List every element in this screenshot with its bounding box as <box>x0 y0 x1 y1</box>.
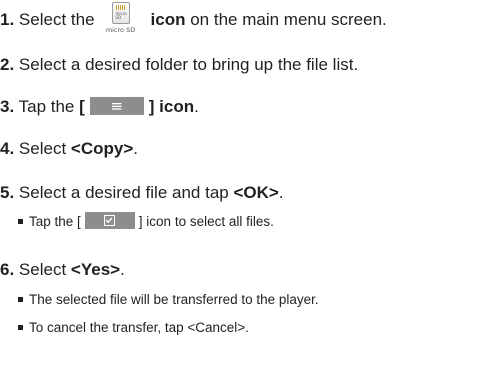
step-end: . <box>194 97 199 116</box>
step-number: 2. <box>0 55 15 74</box>
step-end: . <box>278 183 284 202</box>
bullet-icon <box>18 219 23 224</box>
note-text: The selected file will be transferred to… <box>29 292 319 307</box>
step-end: . <box>120 260 125 279</box>
note-text: Tap the [ <box>29 214 81 230</box>
step-bold-text: icon <box>150 10 186 29</box>
step-number: 5. <box>0 183 15 202</box>
micro-sd-card-icon: micro SD micro SD <box>101 2 141 36</box>
bracket-close: ] icon <box>148 97 195 116</box>
step-text: on the main menu screen. <box>190 10 387 29</box>
step-end: . <box>133 139 138 158</box>
step-number: 4. <box>0 139 15 158</box>
icon-caption: micro SD <box>105 26 136 34</box>
step-text: Tap the <box>18 97 75 116</box>
step-number: 3. <box>0 97 15 116</box>
step-5-note: Tap the [ ] icon to select all files. <box>18 212 274 231</box>
bullet-icon <box>18 296 23 302</box>
step-text: Select <box>18 139 67 158</box>
step-text: Select the <box>18 10 95 29</box>
step-number: 1. <box>0 10 15 29</box>
step-bold-text: <Yes> <box>70 260 121 279</box>
step-text: Select a desired folder to bring up the … <box>18 55 359 74</box>
bullet-icon <box>18 324 23 330</box>
step-5: 5. Select a desired file and tap <OK>. <box>0 183 284 203</box>
select-all-checkbox-icon <box>84 212 135 229</box>
step-bold-text: <Copy> <box>70 139 134 158</box>
step-6: 6. Select <Yes>. <box>0 260 125 280</box>
step-number: 6. <box>0 260 15 279</box>
step-6-note: The selected file will be transferred to… <box>18 292 319 308</box>
note-text: To cancel the transfer, tap <Cancel>. <box>29 320 249 335</box>
note-text: ] icon to select all files. <box>138 214 274 230</box>
bracket-open: [ <box>79 97 85 116</box>
step-bold-text: <OK> <box>233 183 279 202</box>
step-3: 3. Tap the [≡] icon. <box>0 96 199 117</box>
step-6-note: To cancel the transfer, tap <Cancel>. <box>18 320 249 336</box>
step-2: 2. Select a desired folder to bring up t… <box>0 55 358 75</box>
step-4: 4. Select <Copy>. <box>0 139 138 159</box>
step-text: Select <box>18 260 67 279</box>
step-text: Select a desired file and tap <box>18 183 229 202</box>
step-1: 1. Select the micro SD micro SD icon on the … <box>0 2 387 44</box>
hamburger-menu-icon: ≡ <box>89 96 144 115</box>
